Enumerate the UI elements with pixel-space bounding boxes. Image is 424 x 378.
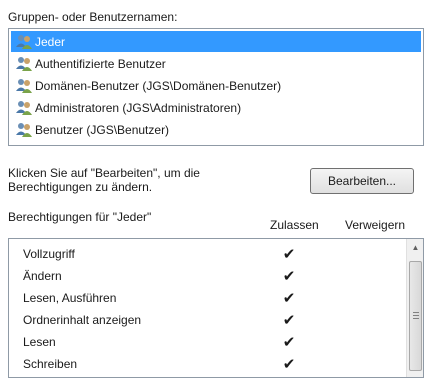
user-group-icon [15,100,33,116]
permission-name: Ändern [23,269,62,283]
user-item-label: Domänen-Benutzer (JGS\Domänen-Benutzer) [35,78,282,93]
permission-row-list-folder: Ordnerinhalt anzeigen ✔ [23,309,403,331]
user-item-authenticated-users[interactable]: Authentifizierte Benutzer [11,53,421,74]
user-item-administrators[interactable]: Administratoren (JGS\Administratoren) [11,97,421,118]
permission-row-read-execute: Lesen, Ausführen ✔ [23,287,403,309]
user-item-label: Administratoren (JGS\Administratoren) [35,100,242,115]
user-item-domain-users[interactable]: Domänen-Benutzer (JGS\Domänen-Benutzer) [11,75,421,96]
groups-label: Gruppen- oder Benutzernamen: [8,10,178,24]
users-list[interactable]: Jeder Authentifizierte Benutzer Domänen-… [8,28,424,146]
security-tab-panel: Gruppen- oder Benutzernamen: Jeder Authe… [0,0,424,378]
user-item-label: Jeder [35,34,66,49]
allow-check-icon: ✔ [282,290,296,307]
edit-hint-line-1: Klicken Sie auf "Bearbeiten", um die [8,166,200,180]
user-item-everyone[interactable]: Jeder [11,31,421,52]
user-group-icon [15,34,33,50]
scroll-grip-icon [413,312,419,319]
user-item-label: Benutzer (JGS\Benutzer) [35,122,170,137]
user-item-label: Authentifizierte Benutzer [35,56,166,71]
permission-name: Ordnerinhalt anzeigen [23,313,142,327]
permissions-header: Berechtigungen für "Jeder" [8,210,152,224]
permissions-list[interactable]: Vollzugriff ✔ Ändern ✔ Lesen, Ausführen … [8,238,424,378]
user-item-users[interactable]: Benutzer (JGS\Benutzer) [11,119,421,140]
allow-check-icon: ✔ [282,246,296,263]
permission-name: Lesen [23,335,56,349]
deny-column-header: Verweigern [345,218,406,232]
edit-hint: Klicken Sie auf "Bearbeiten", um die Ber… [8,166,200,194]
permission-row-read: Lesen ✔ [23,331,403,353]
permission-row-write: Schreiben ✔ [23,353,403,375]
user-group-icon [15,122,33,138]
permission-row-full-control: Vollzugriff ✔ [23,243,403,265]
permission-name: Schreiben [23,357,78,371]
allow-check-icon: ✔ [282,334,296,351]
allow-check-icon: ✔ [282,312,296,329]
permission-name: Vollzugriff [23,247,75,261]
allow-column-header: Zulassen [270,218,319,232]
allow-check-icon: ✔ [282,268,296,285]
permission-name: Lesen, Ausführen [23,291,117,305]
user-group-icon [15,56,33,72]
scroll-up-arrow-icon[interactable]: ▲ [407,239,423,256]
allow-check-icon: ✔ [282,356,296,373]
scroll-thumb[interactable] [409,261,422,371]
edit-button[interactable]: Bearbeiten... [310,168,414,194]
user-group-icon [15,78,33,94]
permissions-scrollbar[interactable]: ▲ [406,239,423,377]
edit-hint-line-2: Berechtigungen zu ändern. [8,180,153,194]
permission-row-modify: Ändern ✔ [23,265,403,287]
